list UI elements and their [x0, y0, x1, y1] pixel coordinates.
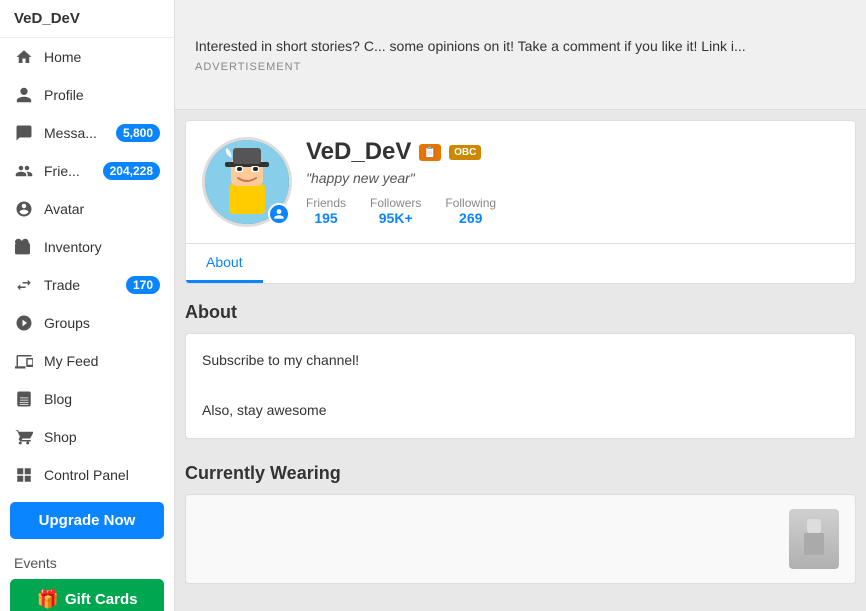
sidebar-item-home[interactable]: Home: [0, 38, 174, 76]
about-line1: Subscribe to my channel!: [202, 348, 839, 373]
friends-badge: 204,228: [103, 162, 160, 180]
sidebar-item-groups[interactable]: Groups: [0, 304, 174, 342]
sidebar-label-myfeed: My Feed: [44, 353, 98, 369]
about-line2: Also, stay awesome: [202, 398, 839, 423]
sidebar-item-controlpanel[interactable]: Control Panel: [0, 456, 174, 494]
following-stat-value: 269: [445, 210, 496, 226]
sidebar-label-groups: Groups: [44, 315, 90, 331]
sidebar-label-inventory: Inventory: [44, 239, 102, 255]
following-stat-label: Following: [445, 196, 496, 210]
tabs-bar: About: [186, 243, 855, 283]
sidebar-label-messages: Messa...: [44, 125, 97, 141]
roblox-badge: 📋: [419, 144, 441, 161]
followers-stat: Followers 95K+: [370, 196, 421, 226]
followers-stat-value: 95K+: [370, 210, 421, 226]
blog-icon: [14, 389, 34, 409]
sidebar: VeD_DeV Home Profile Messa... 5,800 Frie…: [0, 0, 175, 611]
giftcard-icon: 🎁: [37, 589, 59, 610]
wearing-box: [185, 494, 856, 584]
main-content: Interested in short stories? C... some o…: [175, 0, 866, 611]
sidebar-label-avatar: Avatar: [44, 201, 84, 217]
sidebar-item-trade[interactable]: Trade 170: [0, 266, 174, 304]
sidebar-item-avatar[interactable]: Avatar: [0, 190, 174, 228]
profile-info: VeD_DeV 📋 OBC "happy new year" Friends 1…: [306, 138, 839, 226]
sidebar-item-myfeed[interactable]: My Feed: [0, 342, 174, 380]
gift-cards-label: Gift Cards: [65, 591, 138, 608]
profile-stats: Friends 195 Followers 95K+ Following 269: [306, 196, 839, 226]
about-header: About: [185, 294, 856, 333]
messages-icon: [14, 123, 34, 143]
ad-text: Interested in short stories? C... some o…: [195, 36, 846, 57]
tab-about[interactable]: About: [186, 244, 263, 283]
sidebar-label-friends: Frie...: [44, 163, 80, 179]
shop-icon: [14, 427, 34, 447]
upgrade-now-button[interactable]: Upgrade Now: [10, 502, 164, 539]
profile-icon: [14, 85, 34, 105]
ad-banner: Interested in short stories? C... some o…: [175, 0, 866, 110]
content-area: About Subscribe to my channel! Also, sta…: [175, 284, 866, 594]
sidebar-title: VeD_DeV: [0, 0, 174, 38]
trade-badge: 170: [126, 276, 160, 294]
sidebar-label-blog: Blog: [44, 391, 72, 407]
currently-wearing-header: Currently Wearing: [185, 455, 856, 494]
sidebar-label-home: Home: [44, 49, 81, 65]
trade-icon: [14, 275, 34, 295]
friends-stat-value: 195: [306, 210, 346, 226]
obc-badge: OBC: [449, 145, 481, 160]
wearing-item-1: [789, 509, 839, 569]
sidebar-label-controlpanel: Control Panel: [44, 467, 129, 483]
sidebar-item-inventory[interactable]: Inventory: [0, 228, 174, 266]
sidebar-item-friends[interactable]: Frie... 204,228: [0, 152, 174, 190]
sidebar-item-messages[interactable]: Messa... 5,800: [0, 114, 174, 152]
inventory-icon: [14, 237, 34, 257]
following-stat: Following 269: [445, 196, 496, 226]
sidebar-label-trade: Trade: [44, 277, 80, 293]
profile-tagline: "happy new year": [306, 170, 839, 186]
friends-icon: [14, 161, 34, 181]
friends-stat-label: Friends: [306, 196, 346, 210]
profile-username: VeD_DeV 📋 OBC: [306, 138, 839, 166]
sidebar-label-shop: Shop: [44, 429, 77, 445]
sidebar-item-blog[interactable]: Blog: [0, 380, 174, 418]
sidebar-item-shop[interactable]: Shop: [0, 418, 174, 456]
avatar-icon: [14, 199, 34, 219]
home-icon: [14, 47, 34, 67]
ad-label: ADVERTISEMENT: [195, 61, 846, 73]
events-label: Events: [0, 547, 174, 575]
avatar-online-badge: [268, 203, 290, 225]
controlpanel-icon: [14, 465, 34, 485]
profile-card: VeD_DeV 📋 OBC "happy new year" Friends 1…: [185, 120, 856, 284]
sidebar-label-profile: Profile: [44, 87, 84, 103]
messages-badge: 5,800: [116, 124, 160, 142]
friends-stat: Friends 195: [306, 196, 346, 226]
groups-icon: [14, 313, 34, 333]
followers-stat-label: Followers: [370, 196, 421, 210]
about-box: Subscribe to my channel! Also, stay awes…: [185, 333, 856, 439]
myfeed-icon: [14, 351, 34, 371]
sidebar-item-profile[interactable]: Profile: [0, 76, 174, 114]
gift-cards-button[interactable]: 🎁 Gift Cards: [10, 579, 164, 611]
avatar-container: [202, 137, 292, 227]
